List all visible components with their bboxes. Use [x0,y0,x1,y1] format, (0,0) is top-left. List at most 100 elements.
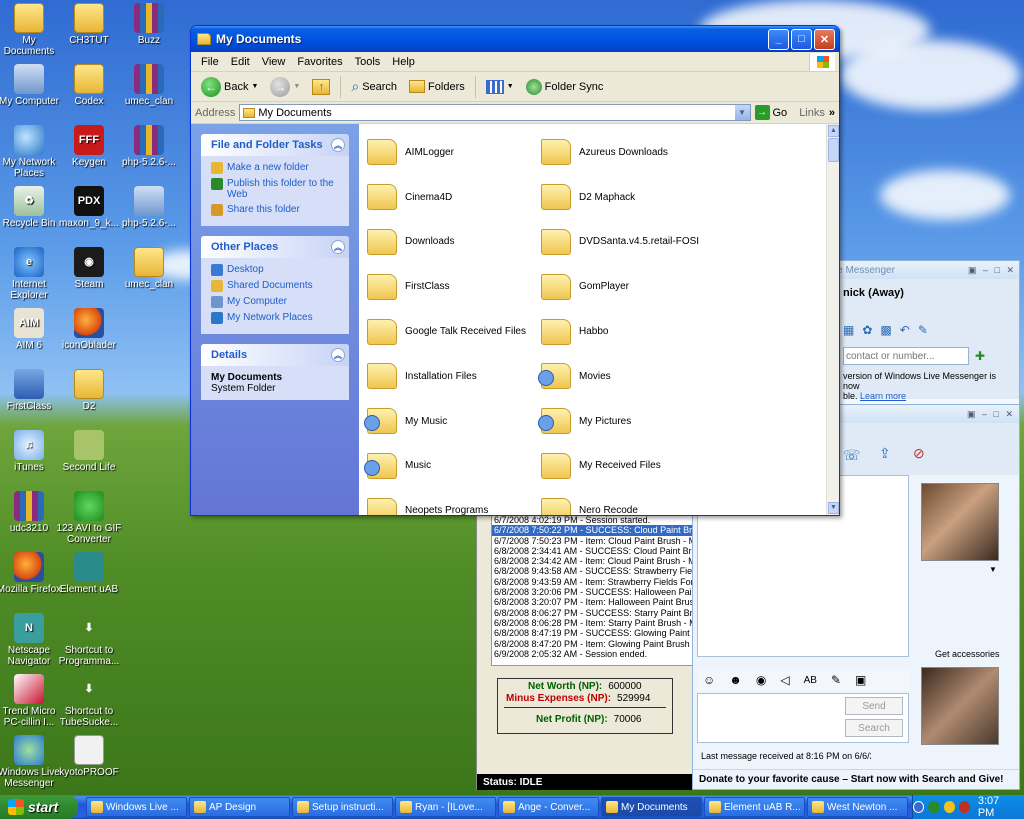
desktop-icon[interactable]: My Computer [0,64,62,107]
folder-item[interactable]: FirstClass [367,264,541,309]
log-entry[interactable]: 6/8/2008 8:06:27 PM - SUCCESS: Starry Pa… [492,608,694,618]
desktop-icon[interactable]: umec_clan [116,64,182,107]
desktop-icon[interactable]: php-5.2.6-... [116,125,182,168]
desktop-icon[interactable]: CH3TUT [56,3,122,46]
menu-file[interactable]: File [195,54,225,70]
other-places-header[interactable]: Other Places ︽ [201,236,349,258]
folder-item[interactable]: My Received Files [541,444,715,489]
folder-item[interactable]: AIMLogger [367,130,541,175]
back-button[interactable]: ← Back ▼ [197,75,262,99]
taskbar-button[interactable]: Setup instructi... [292,797,393,817]
contact-avatar[interactable] [921,483,999,561]
aim-tray-icon[interactable] [943,801,955,813]
add-contact-icon[interactable]: ✚ [975,349,985,363]
desktop-icon[interactable]: Codex [56,64,122,107]
menu-help[interactable]: Help [386,54,421,70]
folder-item[interactable]: Google Talk Received Files [367,309,541,354]
log-entry[interactable]: 6/8/2008 3:20:06 PM - SUCCESS: Halloween… [492,587,694,597]
messenger-toolbar[interactable]: ▦ ✿ ▩ ↶ ✎ [843,323,1013,337]
menu-favorites[interactable]: Favorites [291,54,348,70]
place-link[interactable]: Desktop [211,264,341,276]
file-folder-tasks-header[interactable]: File and Folder Tasks ︽ [201,134,349,156]
task-link[interactable]: Make a new folder [211,162,341,174]
groups-icon[interactable]: ✿ [862,323,872,337]
close-button[interactable]: ✕ [814,28,835,50]
avatar-menu-icon[interactable]: ▼ [989,565,997,574]
desktop-icon[interactable]: AIM AIM 6 [0,308,62,351]
security-icon[interactable] [928,801,940,813]
contacts-icon[interactable]: ▦ [843,323,854,337]
user-avatar[interactable] [921,667,999,745]
desktop-icon[interactable]: Trend Micro PC-cillin I... [0,674,62,728]
share-icon[interactable]: ⇪ [879,445,891,462]
desktop-icon[interactable]: N Netscape Navigator [0,613,62,667]
scrollbar-thumb[interactable] [828,138,839,162]
task-link[interactable]: Publish this folder to the Web [211,178,341,200]
desktop-icon[interactable]: iconOblader [56,308,122,351]
forward-button[interactable]: → ▼ [266,75,304,99]
desktop-icon[interactable]: php-5.2.6-... [116,186,182,229]
forward-dropdown-icon[interactable]: ▼ [293,83,300,90]
learn-more-link[interactable]: Learn more [860,391,906,401]
taskbar-button[interactable]: Ryan - [ILove... [395,797,496,817]
messenger-window-controls[interactable]: ▣ ‒ □ ✕ [968,265,1019,276]
desktop-icon[interactable]: ◉ Steam [56,247,122,290]
session-log[interactable]: 6/7/2008 4:02:19 PM - Session started. 6/… [491,514,695,666]
brush-icon[interactable]: ✎ [831,673,841,687]
folder-item[interactable]: Habbo [541,309,715,354]
desktop-icon[interactable]: ♫ iTunes [0,430,62,473]
wink-icon[interactable]: ☻ [729,673,742,687]
folder-item[interactable]: Movies [538,354,715,399]
start-button[interactable]: start [0,795,78,819]
folder-item[interactable]: Azureus Downloads [541,130,715,175]
folder-item[interactable]: DVDSanta.v4.5.retail-FOSI [541,220,715,265]
maximize-button[interactable]: □ [791,28,812,50]
get-accessories-link[interactable]: Get accessories [935,649,1000,659]
address-field[interactable]: My Documents ▼ [239,104,751,121]
log-entry[interactable]: 6/8/2008 3:20:07 PM - Item: Halloween Pa… [492,597,694,607]
menu-tools[interactable]: Tools [349,54,387,70]
folder-item[interactable]: Installation Files [367,354,541,399]
send-button[interactable]: Send [845,697,903,715]
font-icon[interactable]: AB [804,675,817,686]
taskbar-button[interactable]: My Documents [601,797,702,817]
file-list-area[interactable]: AIMLogger Azureus Downloads Cinema4D D2 Map… [359,124,839,515]
links-button[interactable]: Links [799,107,825,119]
log-entry[interactable]: 6/7/2008 7:50:23 PM - Item: Cloud Paint … [492,536,694,546]
search-button[interactable]: Search [845,719,903,737]
block-icon[interactable]: ⊘ [913,445,925,462]
collapse-icon[interactable]: ︽ [331,240,345,254]
contact-search-input[interactable] [843,347,969,365]
views-button[interactable]: ▼ [482,78,518,96]
games-icon[interactable]: ▩ [880,323,891,337]
place-link[interactable]: My Network Places [211,312,341,324]
taskbar-button[interactable]: West Newton ... [807,797,908,817]
up-button[interactable]: ↑ [308,77,334,97]
desktop-icon[interactable]: Buzz [116,3,182,46]
desktop-icon[interactable]: umec_clan [116,247,182,290]
log-entry[interactable]: 6/8/2008 8:47:20 PM - Item: Glowing Pain… [492,639,694,649]
desktop-icon[interactable]: Windows Live Messenger [0,735,62,789]
log-entry[interactable]: 6/8/2008 2:34:41 AM - SUCCESS: Cloud Pai… [492,546,694,556]
desktop-icon[interactable]: ⬇ Shortcut to Programma... [56,613,122,667]
desktop-icon[interactable]: D2 [56,369,122,412]
nudge-icon[interactable]: ◉ [756,673,766,687]
minimize-button[interactable]: _ [768,28,789,50]
desktop-icon[interactable]: ♻ Recycle Bin [0,186,62,229]
folder-item[interactable]: GomPlayer [541,264,715,309]
background-icon[interactable]: ▣ [855,673,866,687]
explorer-titlebar[interactable]: My Documents _ □ ✕ [191,26,839,52]
messenger-titlebar[interactable]: Windows Live Messenger ▣ ‒ □ ✕ [781,261,1019,279]
task-link[interactable]: Share this folder [211,204,341,216]
log-entry[interactable]: 6/7/2008 7:50:22 PM - SUCCESS: Cloud Pai… [492,525,694,536]
messenger-status[interactable]: nick (Away) [843,287,1013,299]
messenger-window[interactable]: Windows Live Messenger ▣ ‒ □ ✕ nick (Awa… [781,260,1020,410]
folder-item[interactable]: My Pictures [538,399,715,444]
folder-sync-button[interactable]: Folder Sync [522,77,608,97]
log-entry[interactable]: 6/8/2008 9:43:59 AM - Item: Strawberry F… [492,577,694,587]
scroll-down-icon[interactable]: ▼ [828,502,839,514]
log-entry[interactable]: 6/8/2008 2:34:42 AM - Item: Cloud Paint … [492,556,694,566]
log-entry[interactable]: 6/8/2008 8:47:19 PM - SUCCESS: Glowing P… [492,628,694,638]
donate-banner[interactable]: Donate to your favorite cause – Start no… [693,769,1019,789]
log-entry[interactable]: 6/9/2008 2:05:32 AM - Session ended. [492,649,694,659]
